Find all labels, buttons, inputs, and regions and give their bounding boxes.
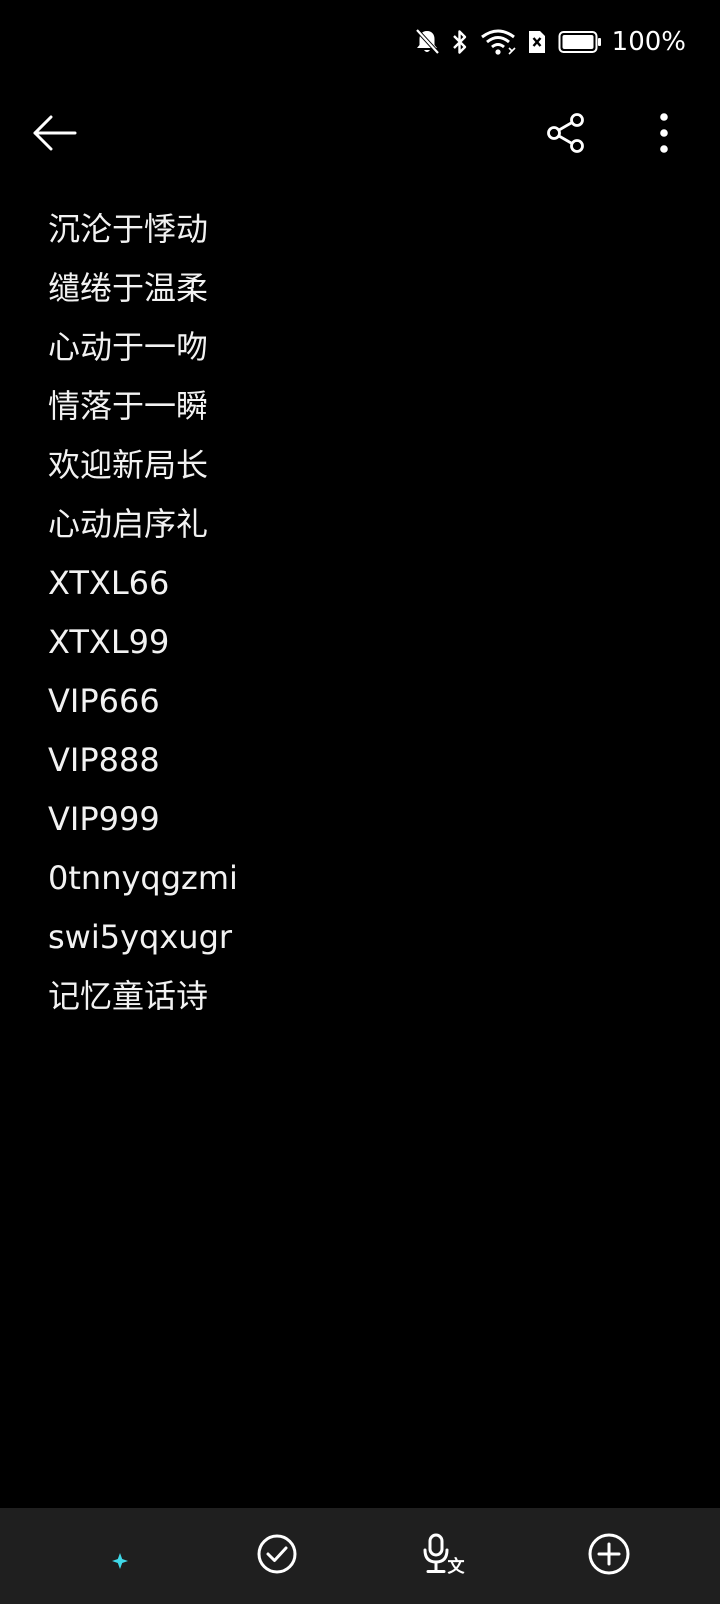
status-bar: 100%: [0, 0, 720, 84]
note-content[interactable]: 沉沦于悸动 缱绻于温柔 心动于一吻 情落于一瞬 欢迎新局长 心动启序礼 XTXL…: [48, 200, 688, 1026]
bell-off-icon: [414, 28, 440, 56]
status-icons: 100%: [414, 24, 686, 60]
more-vertical-icon: [658, 111, 670, 159]
add-icon: [587, 1532, 631, 1580]
wifi-icon: [480, 28, 516, 56]
bottom-toolbar: 文: [0, 1508, 720, 1604]
note-line: 缱绻于温柔: [48, 269, 209, 307]
checklist-button[interactable]: [232, 1508, 322, 1604]
share-icon: [545, 111, 589, 159]
note-line: VIP888: [48, 741, 160, 779]
note-line: 情落于一瞬: [48, 387, 209, 425]
back-button[interactable]: [20, 100, 90, 170]
ai-format-button[interactable]: [66, 1508, 156, 1604]
note-line: 0tnnyqgzmi: [48, 859, 238, 897]
note-line: 心动启序礼: [48, 505, 209, 543]
note-line: swi5yqxugr: [48, 918, 233, 956]
note-toolbar: [0, 100, 720, 170]
more-options-button[interactable]: [629, 100, 699, 170]
back-arrow-icon: [31, 113, 79, 157]
note-line: XTXL99: [48, 623, 170, 661]
sim-off-icon: [526, 28, 548, 56]
checklist-icon: [256, 1533, 298, 1579]
note-line: 心动于一吻: [48, 328, 209, 366]
add-button[interactable]: [564, 1508, 654, 1604]
voice-to-text-icon: 文: [422, 1533, 468, 1579]
battery-icon: [558, 28, 602, 56]
ai-format-icon: [91, 1534, 131, 1578]
bluetooth-icon: [450, 28, 470, 56]
voice-to-text-button[interactable]: 文: [400, 1508, 490, 1604]
share-button[interactable]: [532, 100, 602, 170]
note-line: XTXL66: [48, 564, 170, 602]
note-line: 记忆童话诗: [48, 977, 209, 1015]
battery-percent: 100%: [611, 27, 686, 57]
note-line: 欢迎新局长: [48, 446, 209, 484]
note-line: VIP999: [48, 800, 160, 838]
svg-text:文: 文: [448, 1556, 466, 1575]
note-line: 沉沦于悸动: [48, 210, 209, 248]
note-line: VIP666: [48, 682, 160, 720]
